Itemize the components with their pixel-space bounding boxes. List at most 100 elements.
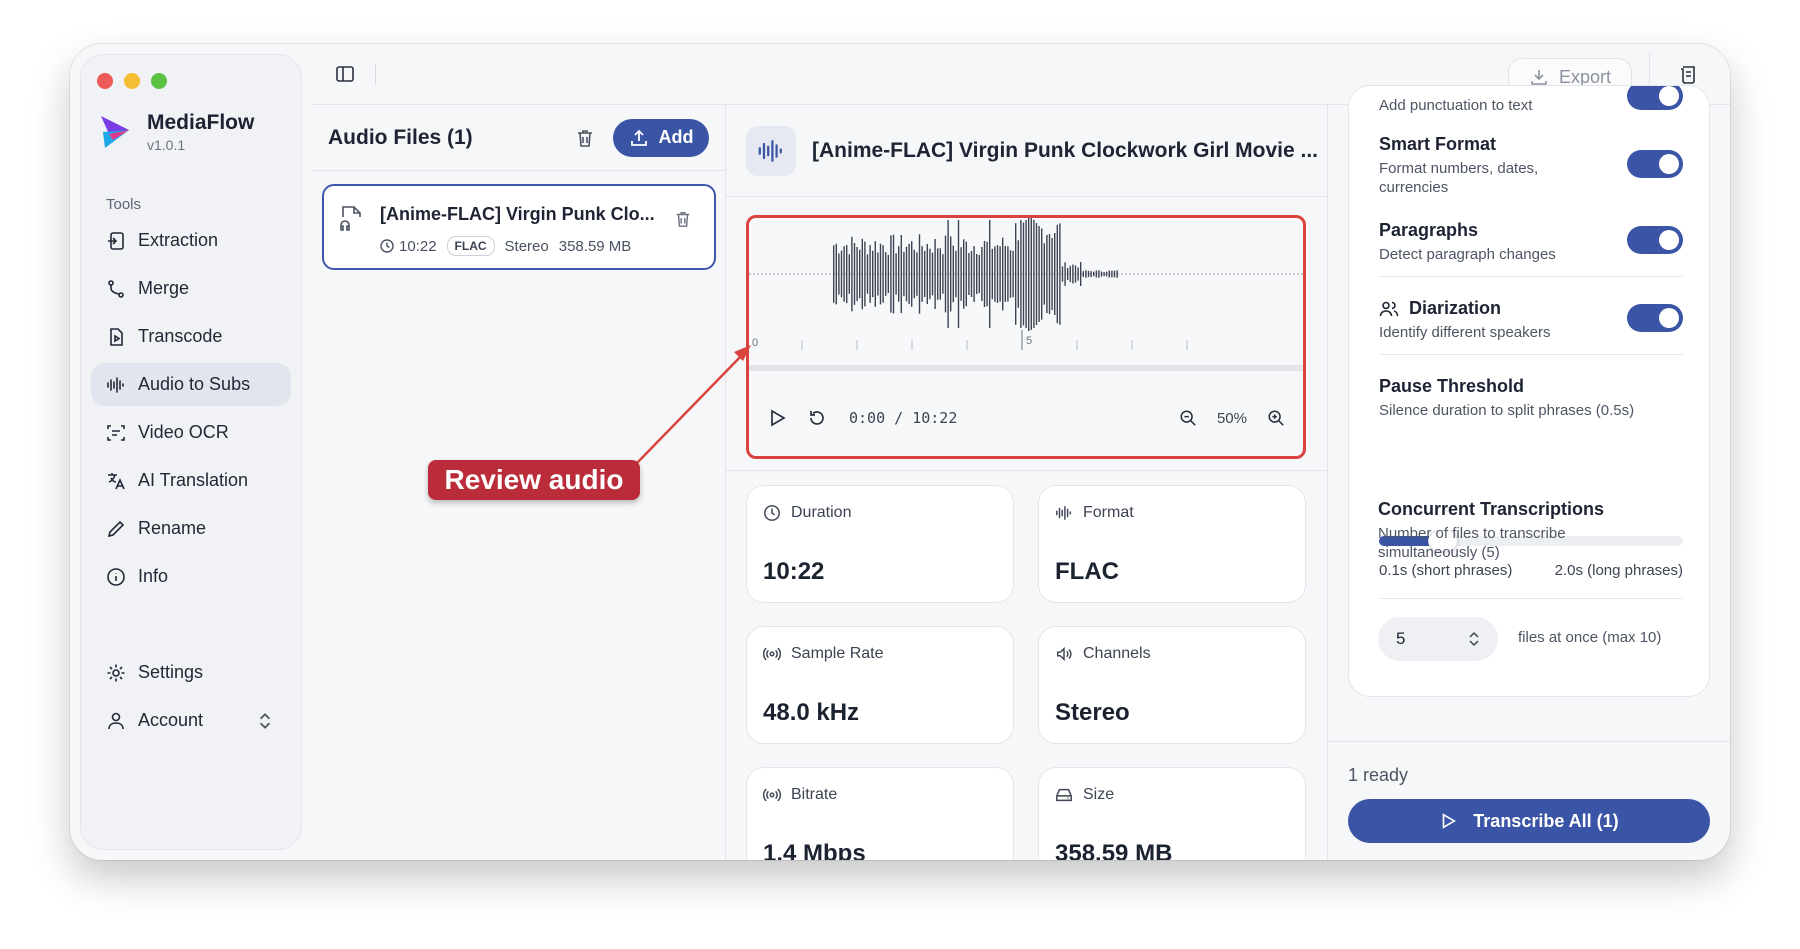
timeline-tick-label: 5: [1026, 335, 1032, 347]
slider-max-label: 2.0s (long phrases): [1554, 562, 1683, 579]
waveform-bar: [950, 236, 952, 312]
waveform-bar: [947, 220, 949, 328]
tools-nav: Extraction Merge Transcode Audio to Subs…: [91, 219, 291, 603]
waveform-bar: [989, 220, 991, 328]
waveform-bar: [976, 254, 978, 294]
player-controls: 0:00 / 10:22 50%: [749, 380, 1303, 456]
sidebar-item-settings[interactable]: Settings: [91, 651, 291, 694]
stat-label: Channels: [1055, 645, 1151, 663]
waveform-bar: [960, 247, 962, 301]
sidebar-toggle-icon[interactable]: [335, 64, 355, 84]
waveform-bar: [1074, 265, 1077, 283]
smart-format-toggle[interactable]: [1627, 150, 1683, 178]
app-version: v1.0.1: [147, 137, 186, 153]
file-list-item[interactable]: [Anime-FLAC] Virgin Punk Clo... 10:22 FL…: [322, 184, 716, 270]
waveform-bar: [1041, 228, 1043, 320]
waveform-bar: [879, 243, 882, 305]
trash-icon[interactable]: [575, 128, 595, 148]
waveform-bar: [952, 245, 954, 303]
waveform-bar: [887, 254, 889, 294]
minimize-window-button[interactable]: [124, 73, 140, 89]
sidebar-item-ai-translation[interactable]: AI Translation: [91, 459, 291, 502]
waveform-bar: [882, 245, 884, 303]
stat-value: Stereo: [1055, 699, 1130, 726]
brand: MediaFlow v1.0.1: [99, 111, 254, 153]
waveform-bar: [892, 234, 895, 314]
sidebar-item-audio-to-subs[interactable]: Audio to Subs: [91, 363, 291, 406]
waveform-bar: [942, 254, 944, 294]
file-name: [Anime-FLAC] Virgin Punk Clo...: [380, 204, 655, 224]
waveform[interactable]: 0 5: [749, 218, 1303, 378]
zoom-out-icon[interactable]: [1179, 409, 1197, 427]
waveform-bar: [986, 241, 988, 307]
info-icon: [107, 567, 125, 586]
file-duration-value: 10:22: [399, 237, 437, 255]
section-divider: [726, 470, 1327, 471]
tools-section-label: Tools: [106, 196, 142, 213]
trash-icon[interactable]: [674, 210, 692, 228]
file-format-badge: FLAC: [446, 236, 495, 256]
restart-icon[interactable]: [807, 408, 827, 428]
waveform-bar: [1059, 223, 1061, 325]
sidebar-item-account[interactable]: Account: [91, 699, 291, 742]
waveform-bar: [900, 235, 902, 314]
sidebar-item-transcode[interactable]: Transcode: [91, 315, 291, 358]
transcription-settings-panel: Add punctuation to text Smart Format For…: [1328, 85, 1730, 860]
stat-card-duration: Duration 10:22: [746, 485, 1014, 603]
sidebar-item-label: AI Translation: [138, 470, 249, 490]
waveform-bar: [1043, 243, 1045, 305]
sidebar-item-merge[interactable]: Merge: [91, 267, 291, 310]
waveform-bar: [926, 244, 928, 305]
pause-threshold-slider[interactable]: [1379, 530, 1683, 552]
diarization-title-text: Diarization: [1409, 298, 1502, 318]
transcribe-all-button[interactable]: Transcribe All (1): [1348, 799, 1710, 843]
waveform-bar: [1002, 237, 1004, 311]
download-icon: [1531, 70, 1547, 85]
paragraphs-setting: Paragraphs Detect paragraph changes: [1379, 220, 1683, 264]
slider-labels: 0.1s (short phrases) 2.0s (long phrases): [1379, 562, 1683, 579]
punctuation-toggle[interactable]: [1627, 86, 1683, 110]
play-icon[interactable]: [767, 408, 787, 428]
section-divider: [1379, 354, 1683, 355]
slider-handle[interactable]: [1427, 530, 1458, 552]
waveform-bar: [843, 246, 845, 302]
waveform-bar: [1100, 271, 1103, 277]
waveform-bar: [918, 234, 921, 314]
sidebar-bottom: Settings Account: [91, 651, 291, 747]
sidebar-item-rename[interactable]: Rename: [91, 507, 291, 550]
stat-value: 10:22: [763, 558, 825, 585]
sidebar-item-info[interactable]: Info: [91, 555, 291, 598]
waveform-bar: [1095, 270, 1097, 278]
waveform-bar: [874, 241, 876, 307]
diarization-toggle[interactable]: [1627, 304, 1683, 332]
waveform-bar: [872, 250, 874, 298]
sidebar-item-label: Account: [138, 710, 204, 730]
pencil-icon: [107, 520, 125, 537]
timeline-tick-label: 0: [752, 337, 758, 349]
scroll-log-icon[interactable]: [1678, 64, 1700, 86]
waveform-bar: [934, 239, 936, 309]
add-file-button[interactable]: Add: [613, 118, 709, 157]
waveform-bar: [1028, 218, 1030, 332]
sidebar-item-label: Transcode: [138, 326, 223, 346]
sidebar-item-video-ocr[interactable]: Video OCR: [91, 411, 291, 454]
audio-wave-icon: [107, 376, 124, 393]
waveform-bar: [877, 252, 879, 296]
stat-value: 1.4 Mbps: [763, 840, 866, 860]
waveform-bar: [1051, 238, 1053, 310]
waveform-bar: [1004, 246, 1006, 302]
settings-card: Add punctuation to text Smart Format For…: [1348, 85, 1710, 697]
waveform-bar: [970, 251, 973, 297]
waveform-bar: [1017, 240, 1019, 308]
close-window-button[interactable]: [97, 73, 113, 89]
sidebar-item-extraction[interactable]: Extraction: [91, 219, 291, 262]
stat-label-text: Channels: [1083, 645, 1151, 662]
maximize-window-button[interactable]: [151, 73, 167, 89]
zoom-in-icon[interactable]: [1267, 409, 1285, 427]
mediaflow-logo-icon: [101, 116, 129, 148]
paragraphs-toggle[interactable]: [1627, 226, 1683, 254]
waveform-bar: [996, 245, 999, 303]
waveform-bar: [848, 254, 850, 294]
waveform-bar: [1116, 270, 1118, 278]
waveform-bar: [1009, 250, 1012, 298]
